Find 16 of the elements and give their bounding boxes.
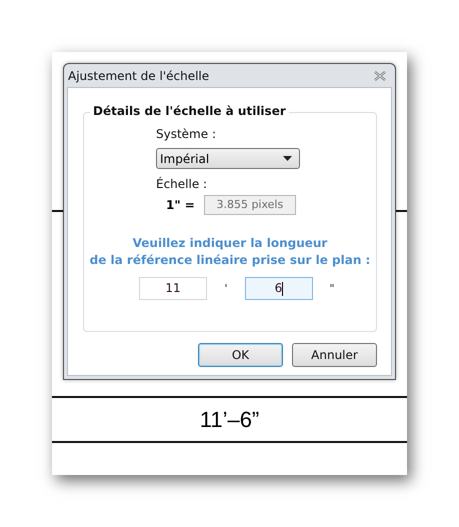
system-label: Système : [156,127,216,141]
dialog-button[interactable]: OK [198,343,283,367]
dropdown-arrow-icon [283,156,292,161]
close-icon[interactable] [374,70,386,80]
dialog-button[interactable]: Annuler [292,343,377,367]
scale-label: Échelle : [156,177,208,191]
system-dropdown[interactable]: Impérial [156,148,300,169]
dimension-text: 11’–6” [198,406,260,434]
unit-mark: " [328,282,336,295]
unit-mark: ' [223,282,229,295]
length-field[interactable]: 11 [139,277,207,300]
length-field[interactable]: 6 [245,277,313,300]
prompt-text: Veuillez indiquer la longueur de la référence linéaire prise sur le plan : [88,235,372,269]
scale-unit: 1" = [166,198,195,212]
group-title: Détails de l'échelle à utiliser [90,104,289,118]
window-title: Ajustement de l'échelle [68,68,210,82]
